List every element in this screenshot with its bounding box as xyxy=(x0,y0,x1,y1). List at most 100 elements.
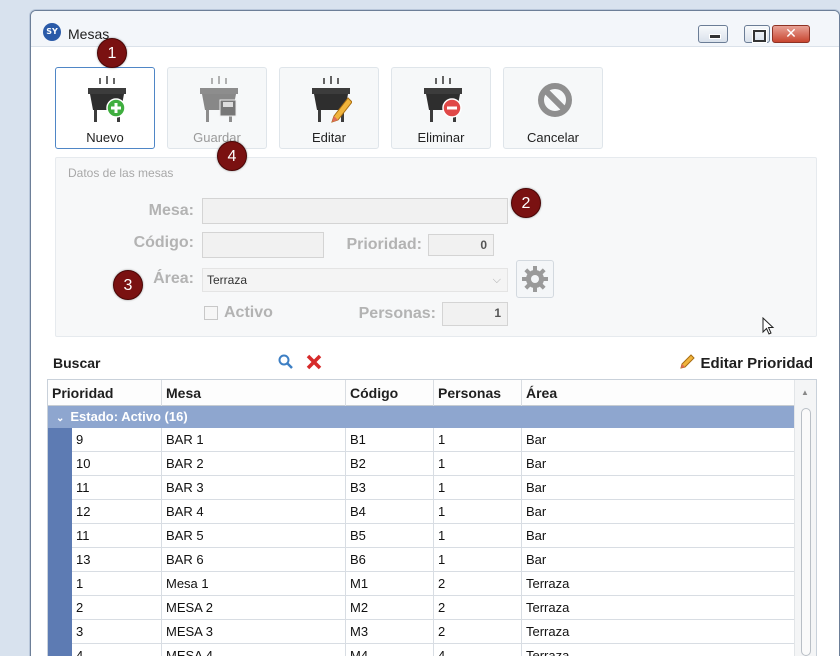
close-button[interactable]: ✕ xyxy=(772,25,810,43)
search-icon[interactable] xyxy=(277,353,295,371)
area-select[interactable]: Terraza ⌵ xyxy=(202,268,508,292)
prioridad-label: Prioridad: xyxy=(346,236,422,253)
group-row[interactable]: ⌄ Estado: Activo (16) xyxy=(48,406,794,428)
table-row[interactable]: 11 BAR 3 B3 1 Bar xyxy=(72,476,794,500)
col-header-prioridad[interactable]: Prioridad xyxy=(48,380,162,406)
cell-prioridad: 10 xyxy=(72,452,162,476)
editar-label: Editar xyxy=(312,130,346,145)
table-row[interactable]: 1 Mesa 1 M1 2 Terraza xyxy=(72,572,794,596)
collapse-chevron-icon[interactable]: ⌄ xyxy=(56,413,64,424)
nuevo-button[interactable]: Nuevo xyxy=(55,67,155,149)
table-row[interactable]: 12 BAR 4 B4 1 Bar xyxy=(72,500,794,524)
cell-codigo: B6 xyxy=(346,548,434,572)
cell-prioridad: 11 xyxy=(72,476,162,500)
mesas-grid: Prioridad Mesa Código Personas Área ⌄ Est… xyxy=(47,379,817,656)
activo-checkbox[interactable] xyxy=(204,306,218,320)
cell-prioridad: 9 xyxy=(72,428,162,452)
datos-mesas-group: Datos de las mesas Mesa: Código: Priorid… xyxy=(55,157,817,337)
cell-personas: 1 xyxy=(434,524,522,548)
cancelar-button[interactable]: Cancelar xyxy=(503,67,603,149)
personas-label: Personas: xyxy=(358,305,436,322)
scroll-up-icon[interactable]: ▲ xyxy=(801,388,809,397)
cell-personas: 1 xyxy=(434,428,522,452)
cell-personas: 4 xyxy=(434,644,522,656)
table-row[interactable]: 2 MESA 2 M2 2 Terraza xyxy=(72,596,794,620)
cell-prioridad: 2 xyxy=(72,596,162,620)
buscar-label: Buscar xyxy=(53,355,101,371)
group-row-label: Estado: Activo (16) xyxy=(70,409,188,424)
cell-personas: 2 xyxy=(434,596,522,620)
chevron-down-icon: ⌵ xyxy=(492,274,501,286)
activo-label: Activo xyxy=(224,304,273,321)
mouse-cursor-icon xyxy=(762,317,775,335)
search-input[interactable] xyxy=(105,350,285,374)
cell-codigo: B1 xyxy=(346,428,434,452)
cell-personas: 1 xyxy=(434,548,522,572)
table-row[interactable]: 3 MESA 3 M3 2 Terraza xyxy=(72,620,794,644)
codigo-input[interactable] xyxy=(202,232,324,258)
table-row[interactable]: 10 BAR 2 B2 1 Bar xyxy=(72,452,794,476)
cell-personas: 1 xyxy=(434,500,522,524)
cell-prioridad: 13 xyxy=(72,548,162,572)
vertical-scrollbar[interactable]: ▲ xyxy=(794,380,816,656)
cell-mesa: MESA 4 xyxy=(162,644,346,656)
cell-mesa: BAR 5 xyxy=(162,524,346,548)
cell-area: Bar xyxy=(526,456,547,471)
toolbar: Nuevo Guardar Editar Eliminar Cancelar xyxy=(31,47,839,163)
cell-mesa: BAR 2 xyxy=(162,452,346,476)
cell-mesa: BAR 4 xyxy=(162,500,346,524)
cell-area: Bar xyxy=(526,528,547,543)
editar-prioridad-button[interactable]: Editar Prioridad xyxy=(678,353,813,372)
cell-area: Bar xyxy=(526,432,547,447)
table-delete-icon xyxy=(424,76,462,122)
cell-codigo: B4 xyxy=(346,500,434,524)
cell-mesa: BAR 3 xyxy=(162,476,346,500)
col-header-mesa[interactable]: Mesa xyxy=(162,380,346,406)
cell-prioridad: 1 xyxy=(72,572,162,596)
cell-mesa: BAR 1 xyxy=(162,428,346,452)
table-row[interactable]: 13 BAR 6 B6 1 Bar xyxy=(72,548,794,572)
mesa-label: Mesa: xyxy=(148,202,194,219)
editar-prioridad-label: Editar Prioridad xyxy=(700,355,813,372)
cell-codigo: B3 xyxy=(346,476,434,500)
cell-codigo: M2 xyxy=(346,596,434,620)
personas-input[interactable]: 1 xyxy=(442,302,508,326)
cell-prioridad: 4 xyxy=(72,644,162,656)
prioridad-input[interactable]: 0 xyxy=(428,234,494,256)
mesa-input[interactable] xyxy=(202,198,508,224)
area-select-value: Terraza xyxy=(207,273,248,287)
annotation-badge-4: 4 xyxy=(217,141,247,171)
table-save-icon xyxy=(200,76,238,122)
grid-header: Prioridad Mesa Código Personas Área xyxy=(48,380,794,406)
eliminar-button[interactable]: Eliminar xyxy=(391,67,491,149)
col-header-personas[interactable]: Personas xyxy=(434,380,522,406)
table-row[interactable]: 4 MESA 4 M4 4 Terraza xyxy=(72,644,794,656)
table-add-icon xyxy=(88,76,126,122)
cell-prioridad: 11 xyxy=(72,524,162,548)
col-header-codigo[interactable]: Código xyxy=(346,380,434,406)
search-bar: Buscar Editar Prioridad xyxy=(47,347,813,377)
cell-prioridad: 3 xyxy=(72,620,162,644)
cell-personas: 1 xyxy=(434,476,522,500)
scroll-thumb[interactable] xyxy=(801,408,811,656)
nuevo-label: Nuevo xyxy=(86,130,124,145)
maximize-button[interactable] xyxy=(744,25,770,43)
annotation-badge-3: 3 xyxy=(113,270,143,300)
cell-mesa: MESA 2 xyxy=(162,596,346,620)
minimize-button[interactable] xyxy=(698,25,728,43)
cell-area: Bar xyxy=(526,552,547,567)
cancel-icon xyxy=(538,83,572,117)
editar-button[interactable]: Editar xyxy=(279,67,379,149)
cell-area: Terraza xyxy=(526,648,570,656)
area-settings-button[interactable] xyxy=(516,260,554,298)
col-header-area[interactable]: Área xyxy=(522,380,794,406)
pencil-icon xyxy=(680,354,696,369)
gear-icon xyxy=(522,266,548,292)
cell-area: Bar xyxy=(526,504,547,519)
table-row[interactable]: 11 BAR 5 B5 1 Bar xyxy=(72,524,794,548)
annotation-badge-1: 1 xyxy=(97,38,127,68)
guardar-button[interactable]: Guardar xyxy=(167,67,267,149)
table-row[interactable]: 9 BAR 1 B1 1 Bar xyxy=(72,428,794,452)
clear-search-icon[interactable] xyxy=(305,353,323,371)
title-bar: SY Mesas ✕ xyxy=(31,11,839,47)
